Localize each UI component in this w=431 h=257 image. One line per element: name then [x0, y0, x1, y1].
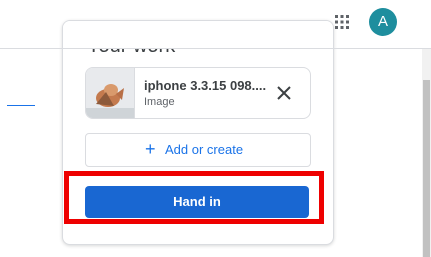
- attachment-item[interactable]: iphone 3.3.15 098.... Image: [85, 67, 311, 119]
- attachment-thumbnail: [86, 68, 135, 118]
- attachment-type: Image: [144, 96, 175, 108]
- attachment-name: iphone 3.3.15 098....: [144, 78, 267, 93]
- active-tab-indicator: [7, 105, 35, 106]
- plus-icon: +: [145, 139, 156, 159]
- close-icon[interactable]: [272, 81, 296, 105]
- your-work-card: Your work iphone 3.3.15 098.... Image +: [62, 20, 334, 245]
- apps-grid-icon[interactable]: [334, 14, 350, 30]
- page: A Your work iphone 3.3.15 098.... Image: [0, 0, 431, 257]
- image-thumbnail-icon: [86, 68, 134, 118]
- header-divider: [0, 48, 431, 49]
- hand-in-button[interactable]: Hand in: [85, 186, 309, 218]
- scroll-overlap-mask: [63, 21, 333, 49]
- scrollbar-thumb[interactable]: [423, 80, 430, 257]
- add-or-create-button[interactable]: + Add or create: [85, 133, 311, 167]
- add-or-create-label: Add or create: [165, 142, 244, 157]
- avatar[interactable]: A: [369, 8, 397, 36]
